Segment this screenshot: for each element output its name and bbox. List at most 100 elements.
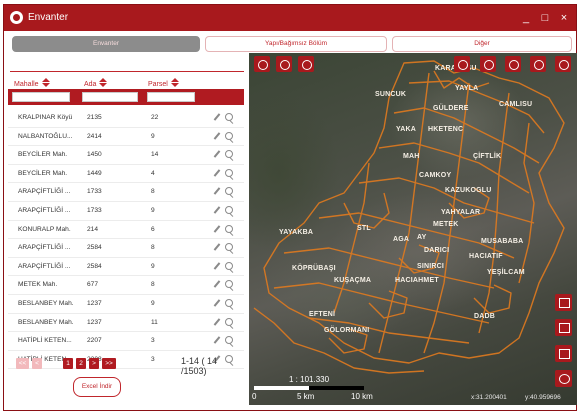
edit-icon[interactable] <box>213 336 222 345</box>
zoom-to-parcel-icon[interactable] <box>225 336 233 345</box>
table-row[interactable]: BESLANBEY Mah. 1237 11 <box>8 314 244 333</box>
cell-mahalle: KRALPINAR Köyü <box>18 114 73 121</box>
table-row[interactable]: HATİPLİ KETEN... 2207 3 <box>8 332 244 351</box>
prev-page-button[interactable]: < <box>32 358 42 369</box>
edit-icon[interactable] <box>213 225 222 234</box>
zoom-to-parcel-icon[interactable] <box>225 261 233 270</box>
scale-label-5km: 5 km <box>297 392 315 401</box>
location-pin-icon[interactable] <box>254 56 270 72</box>
tab-envanter[interactable]: Envanter <box>12 36 200 52</box>
search-area-icon[interactable] <box>276 56 292 72</box>
tab-diger[interactable]: Diğer <box>392 36 572 52</box>
edit-icon[interactable] <box>213 132 222 141</box>
layers-icon[interactable] <box>505 56 521 72</box>
excel-download-button[interactable]: Excel İndir <box>73 377 121 397</box>
place-label: MUSABABA <box>481 238 524 245</box>
cell-mahalle: KONURALP Mah. <box>18 225 71 233</box>
column-header-mahalle[interactable]: Mahalle <box>14 78 51 88</box>
scale-label-0: 0 <box>252 392 257 401</box>
map-view[interactable]: KARACASUSUNCUKYAYLAGÜLDERECAMLISUYAKAHKE… <box>249 53 577 405</box>
cell-parsel: 22 <box>151 114 159 121</box>
cell-ada: 1450 <box>87 151 102 159</box>
place-label: GÖLORMANI <box>324 327 370 334</box>
cell-parsel: 9 <box>151 299 155 307</box>
sort-icon[interactable] <box>41 78 51 87</box>
edit-icon[interactable] <box>213 169 222 178</box>
zoom-to-parcel-icon[interactable] <box>225 113 233 121</box>
zoom-to-parcel-icon[interactable] <box>225 280 233 289</box>
minimize-button[interactable]: _ <box>518 10 534 26</box>
column-header-ada[interactable]: Ada <box>84 78 108 88</box>
place-label: YAHYALAR <box>441 209 481 216</box>
place-label: KÖPRÜBAŞI <box>292 265 336 272</box>
zoom-to-parcel-icon[interactable] <box>225 243 233 252</box>
scale-label-10km: 10 km <box>351 392 373 401</box>
first-page-button[interactable]: << <box>16 358 29 369</box>
pipe-icon[interactable] <box>480 56 496 72</box>
place-label: HACIAHMET <box>395 277 439 284</box>
table-row[interactable]: ARAPÇİFTLİĞİ ... 2584 9 <box>8 258 244 277</box>
place-label: STL <box>357 225 371 232</box>
table-row[interactable]: ARAPÇİFTLİĞİ ... 1733 9 <box>8 202 244 221</box>
parsel-filter-input[interactable] <box>147 92 195 102</box>
page-2-button[interactable]: 2 <box>76 358 86 369</box>
next-page-button[interactable]: > <box>89 358 99 369</box>
edit-icon[interactable] <box>213 187 222 196</box>
globe-icon[interactable] <box>298 56 314 72</box>
last-page-button[interactable]: >> <box>102 358 116 369</box>
place-label: DADB <box>474 313 496 320</box>
zoom-to-parcel-icon[interactable] <box>225 224 233 233</box>
cell-ada: 677 <box>87 281 99 289</box>
zoom-to-parcel-icon[interactable] <box>225 150 233 159</box>
edit-icon[interactable] <box>213 262 222 271</box>
frame-icon[interactable] <box>555 56 571 72</box>
cell-mahalle: ARAPÇİFTLİĞİ ... <box>18 244 71 252</box>
place-label: KUŞAÇMA <box>334 277 372 284</box>
cell-mahalle: NALBANTOĞLU... <box>18 132 73 140</box>
table-row[interactable]: ARAPÇİFTLİĞİ ... 1733 8 <box>8 183 244 202</box>
table-row[interactable]: KRALPINAR Köyü 2135 22 <box>8 109 244 128</box>
cell-ada: 2207 <box>87 337 102 345</box>
zoom-to-parcel-icon[interactable] <box>225 187 233 196</box>
table-row[interactable]: ARAPÇİFTLİĞİ ... 2584 8 <box>8 239 244 258</box>
column-header-parsel[interactable]: Parsel <box>148 78 180 88</box>
tab-yapi-bagimsiz-bolum[interactable]: Yapı/Bağımsız Bölüm <box>205 36 387 52</box>
edit-icon[interactable] <box>213 150 222 159</box>
edit-icon[interactable] <box>213 243 222 252</box>
hierarchy-icon[interactable] <box>454 56 470 72</box>
ada-filter-input[interactable] <box>82 92 138 102</box>
zoom-extent-icon[interactable] <box>555 345 572 362</box>
zoom-to-parcel-icon[interactable] <box>225 317 233 326</box>
cell-parsel: 8 <box>151 188 155 196</box>
cell-parsel: 9 <box>151 132 155 140</box>
edit-icon[interactable] <box>213 318 222 327</box>
close-button[interactable]: × <box>556 10 572 26</box>
edit-icon[interactable] <box>213 206 222 215</box>
zoom-to-parcel-icon[interactable] <box>225 298 233 307</box>
mahalle-filter-input[interactable] <box>12 92 70 102</box>
table-row[interactable]: BEYCİLER Mah. 1450 14 <box>8 146 244 165</box>
edit-icon[interactable] <box>213 299 222 308</box>
place-label: GÜLDERE <box>433 105 469 112</box>
tower-icon[interactable] <box>530 56 546 72</box>
table-row[interactable]: BESLANBEY Mah. 1237 9 <box>8 295 244 314</box>
maximize-button[interactable]: □ <box>537 10 553 26</box>
window-title: Envanter <box>28 12 69 23</box>
edit-icon[interactable] <box>213 113 222 122</box>
cell-parsel: 4 <box>151 169 155 177</box>
info-icon[interactable] <box>555 370 572 387</box>
edit-icon[interactable] <box>213 280 222 289</box>
table-row[interactable]: NALBANTOĞLU... 2414 9 <box>8 128 244 147</box>
table-row[interactable]: METEK Mah. 677 8 <box>8 276 244 295</box>
table-row[interactable]: BEYCİLER Mah. 1449 4 <box>8 165 244 184</box>
zoom-to-parcel-icon[interactable] <box>225 205 233 214</box>
home-icon[interactable] <box>555 319 572 336</box>
inventory-panel: Mahalle Ada Parsel KRALPINAR Köyü 2135 22 N… <box>8 57 244 407</box>
zoom-to-parcel-icon[interactable] <box>225 131 233 140</box>
table-row[interactable]: KONURALP Mah. 214 6 <box>8 221 244 240</box>
sort-icon[interactable] <box>99 78 108 87</box>
zoom-to-parcel-icon[interactable] <box>225 168 233 177</box>
sort-icon[interactable] <box>170 78 180 87</box>
page-1-button[interactable]: 1 <box>63 358 73 369</box>
image-icon[interactable] <box>555 294 572 311</box>
